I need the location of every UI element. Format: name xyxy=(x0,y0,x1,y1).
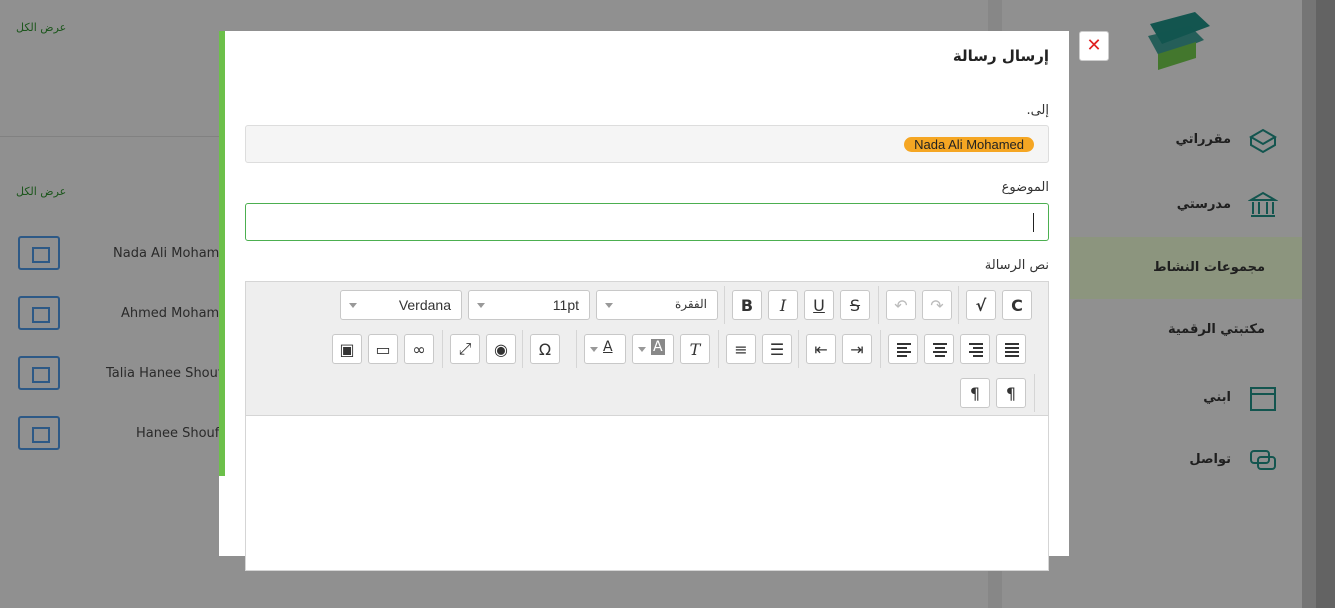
text-caret xyxy=(1033,213,1034,232)
align-left-icon[interactable] xyxy=(888,334,918,364)
link-icon[interactable]: ∞ xyxy=(404,334,434,364)
bullet-list-icon[interactable]: ☰ xyxy=(762,334,792,364)
align-center-icon[interactable] xyxy=(924,334,954,364)
underline-icon[interactable]: U xyxy=(804,290,834,320)
font-size-select[interactable]: 11pt xyxy=(468,290,590,320)
clear-format-icon[interactable]: T xyxy=(680,334,710,364)
bold-icon[interactable]: B xyxy=(732,290,762,320)
modal-title: إرسال رسالة xyxy=(952,47,1049,65)
outdent-icon[interactable]: ⇤ xyxy=(806,334,836,364)
message-body-editor[interactable]: C √ ↷ ↶ S U I B الفقرة 11pt Verdana ⇥ ⇤ … xyxy=(245,281,1049,571)
redo-icon[interactable]: ↷ xyxy=(922,290,952,320)
numbered-list-icon[interactable]: ≡ xyxy=(726,334,756,364)
subject-input[interactable] xyxy=(245,203,1049,241)
align-justify-icon[interactable] xyxy=(996,334,1026,364)
media-icon[interactable]: ▭ xyxy=(368,334,398,364)
preview-icon[interactable]: ◉ xyxy=(486,334,516,364)
to-label: إلى. xyxy=(1026,103,1049,118)
recipient-tag[interactable]: Nada Ali Mohamed xyxy=(904,137,1034,152)
align-right-icon[interactable] xyxy=(960,334,990,364)
special-char-icon[interactable]: Ω xyxy=(530,334,560,364)
editor-toolbar: C √ ↷ ↶ S U I B الفقرة 11pt Verdana ⇥ ⇤ … xyxy=(246,282,1048,416)
rtl-icon[interactable]: ¶ xyxy=(996,378,1026,408)
italic-icon[interactable]: I xyxy=(768,290,798,320)
recipient-field[interactable]: Nada Ali Mohamed xyxy=(245,125,1049,163)
block-format-select[interactable]: الفقرة xyxy=(596,290,718,320)
body-label: نص الرسالة xyxy=(984,258,1049,273)
subject-label: الموضوع xyxy=(1001,180,1049,195)
bg-color-picker[interactable]: A xyxy=(632,334,674,364)
indent-icon[interactable]: ⇥ xyxy=(842,334,872,364)
image-icon[interactable]: ▣ xyxy=(332,334,362,364)
text-color-picker[interactable]: A xyxy=(584,334,626,364)
font-family-select[interactable]: Verdana xyxy=(340,290,462,320)
modal-accent-bar xyxy=(219,31,225,476)
clear-icon[interactable]: C xyxy=(1002,290,1032,320)
fullscreen-icon[interactable]: ⤢ xyxy=(450,334,480,364)
close-button[interactable]: ✕ xyxy=(1079,31,1109,61)
undo-icon[interactable]: ↶ xyxy=(886,290,916,320)
ltr-icon[interactable]: ¶ xyxy=(960,378,990,408)
send-message-modal: إرسال رسالة إلى. Nada Ali Mohamed الموضو… xyxy=(219,31,1069,571)
check-icon[interactable]: √ xyxy=(966,290,996,320)
strikethrough-icon[interactable]: S xyxy=(840,290,870,320)
